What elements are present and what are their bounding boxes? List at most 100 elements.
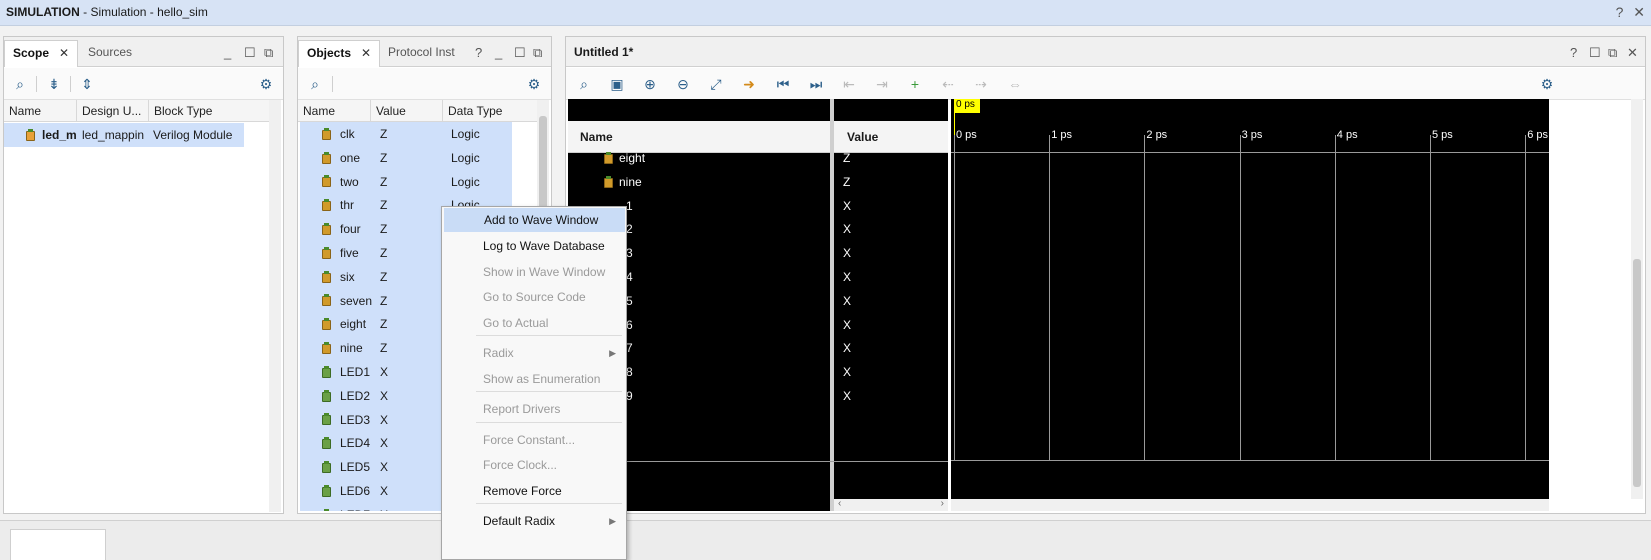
object-row-clk[interactable]: clk Z Logic <box>300 122 512 146</box>
close-icon[interactable]: ✕ <box>1627 45 1638 61</box>
maximize-icon[interactable]: ☐ <box>514 45 526 61</box>
input-signal-icon <box>322 146 337 170</box>
gear-icon[interactable]: ⚙ <box>524 74 544 94</box>
zoom-fit-icon[interactable]: ⤢ <box>706 74 726 94</box>
object-name: one <box>340 150 361 165</box>
collapse-all-icon[interactable]: ⇟ <box>44 74 64 94</box>
input-signal-icon <box>322 241 337 265</box>
bottom-tab[interactable] <box>10 529 106 560</box>
add-marker-icon[interactable]: + <box>905 74 925 94</box>
wave-signal-value: X <box>843 293 852 308</box>
module-icon <box>26 123 41 147</box>
waveform-canvas[interactable]: 0 ps 0 ps 1 ps 2 ps 3 ps 4 ps 5 ps 6 ps <box>951 99 1549 499</box>
wave-signal-name[interactable]: 9 <box>626 389 633 403</box>
object-type: Logic <box>451 150 480 165</box>
wave-value-col[interactable]: Value <box>847 130 878 144</box>
gear-icon[interactable]: ⚙ <box>256 74 276 94</box>
float-icon[interactable]: ⧉ <box>533 45 542 61</box>
col-block-type[interactable]: Block Type <box>148 100 212 122</box>
object-row-one[interactable]: one Z Logic <box>300 145 512 170</box>
menu-item-add-to-wave-window[interactable]: Add to Wave Window <box>444 208 625 232</box>
tab-scope[interactable]: Scope ✕ <box>4 40 79 67</box>
object-name: LED5 <box>340 460 371 475</box>
wave-signal-name[interactable]: 6 <box>626 318 633 332</box>
col-value[interactable]: Value <box>370 100 406 122</box>
menu-item-force-clock: Force Clock... <box>483 458 558 472</box>
go-to-cursor-icon[interactable]: ➜ <box>739 74 759 94</box>
object-name: nine <box>340 341 363 356</box>
wave-signal-name[interactable]: eight <box>604 151 645 165</box>
help-icon[interactable]: ? <box>1570 45 1577 60</box>
save-icon[interactable]: ▣ <box>607 74 627 94</box>
float-icon[interactable]: ⧉ <box>1608 45 1617 61</box>
col-name[interactable]: Name <box>4 100 41 122</box>
input-signal-icon <box>604 175 613 188</box>
tab-protocol-inst[interactable]: Protocol Inst <box>380 40 463 67</box>
scope-scrollbar[interactable] <box>269 100 281 512</box>
tab-sources[interactable]: Sources <box>80 40 140 67</box>
menu-separator <box>476 335 622 336</box>
maximize-icon[interactable]: ☐ <box>1589 45 1601 61</box>
close-icon[interactable]: ✕ <box>1633 4 1645 20</box>
object-name: clk <box>340 127 355 141</box>
col-data-type[interactable]: Data Type <box>442 100 502 122</box>
object-value: Z <box>380 174 388 189</box>
objects-table-header: Name Value Data Type <box>298 100 538 122</box>
expand-all-icon[interactable]: ⇕ <box>77 74 97 94</box>
wave-signal-name[interactable]: 2 <box>626 222 633 236</box>
object-row-two[interactable]: two Z Logic <box>300 169 512 194</box>
time-label: 6 ps <box>1527 129 1548 141</box>
zoom-in-icon[interactable]: ⊕ <box>640 74 660 94</box>
value-hscrollbar[interactable]: ‹ › <box>834 498 948 511</box>
close-tab-icon[interactable]: ✕ <box>361 46 371 60</box>
tab-objects[interactable]: Objects ✕ <box>298 40 381 67</box>
menu-item-default-radix[interactable]: Default Radix ▶ <box>443 509 626 533</box>
wave-name-col[interactable]: Name <box>580 130 613 144</box>
scope-row[interactable]: led_m led_mappin Verilog Module <box>4 123 244 147</box>
col-design-unit[interactable]: Design U... <box>76 100 141 122</box>
search-icon[interactable]: ⌕ <box>305 74 325 94</box>
float-icon[interactable]: ⧉ <box>264 45 273 61</box>
object-name: LED1 <box>340 365 371 379</box>
col-name[interactable]: Name <box>298 100 335 122</box>
search-icon[interactable]: ⌕ <box>10 74 30 94</box>
object-value: X <box>380 484 389 498</box>
object-name: LED4 <box>340 436 371 451</box>
wave-vscrollbar[interactable] <box>1631 99 1643 499</box>
wave-signal-name[interactable]: nine <box>604 175 642 189</box>
objects-toolbar: ⌕ ⚙ <box>298 68 551 100</box>
menu-item-log-to-wave-database[interactable]: Log to Wave Database <box>443 234 626 258</box>
close-tab-icon[interactable]: ✕ <box>59 46 69 60</box>
scrollbar-thumb[interactable] <box>1633 259 1641 487</box>
wave-signal-value: Z <box>843 151 851 165</box>
wave-panel: Untitled 1* ? ☐ ⧉ ✕ ⌕ ▣ ⊕ ⊖ ⤢ ➜ ⏮ ⏭ ⇤ ⇥ … <box>565 36 1646 514</box>
menu-item-remove-force[interactable]: Remove Force <box>443 479 626 503</box>
help-icon[interactable]: ? <box>475 45 482 60</box>
input-signal-icon <box>322 289 337 313</box>
wave-signal-name[interactable]: 4 <box>626 270 633 284</box>
maximize-icon[interactable]: ☐ <box>244 45 256 61</box>
wave-signal-name[interactable]: 3 <box>626 246 633 260</box>
time-label: 3 ps <box>1241 129 1263 141</box>
search-icon[interactable]: ⌕ <box>574 74 594 94</box>
wave-hscrollbar[interactable] <box>951 499 1549 511</box>
go-to-end-icon[interactable]: ⏭ <box>806 74 826 94</box>
zoom-out-icon[interactable]: ⊖ <box>673 74 693 94</box>
object-value: Z <box>380 198 388 213</box>
scroll-right-icon[interactable]: › <box>941 498 944 509</box>
wave-signal-name[interactable]: 1 <box>626 199 633 213</box>
help-icon[interactable]: ? <box>1616 4 1624 20</box>
minimize-icon[interactable]: _ <box>224 45 231 60</box>
time-label: 2 ps <box>1146 129 1168 141</box>
previous-transition-icon: ⇤ <box>843 76 855 92</box>
object-value: X <box>380 412 389 427</box>
scroll-left-icon[interactable]: ‹ <box>838 498 841 509</box>
minimize-icon[interactable]: _ <box>495 45 502 60</box>
object-name: four <box>340 222 361 237</box>
go-to-start-icon[interactable]: ⏮ <box>773 74 793 94</box>
object-value: Z <box>380 222 388 237</box>
wave-signal-name[interactable]: 8 <box>626 365 633 379</box>
wave-signal-name[interactable]: 5 <box>626 294 633 308</box>
wave-signal-name[interactable]: 7 <box>626 341 633 355</box>
gear-icon[interactable]: ⚙ <box>1537 74 1557 94</box>
